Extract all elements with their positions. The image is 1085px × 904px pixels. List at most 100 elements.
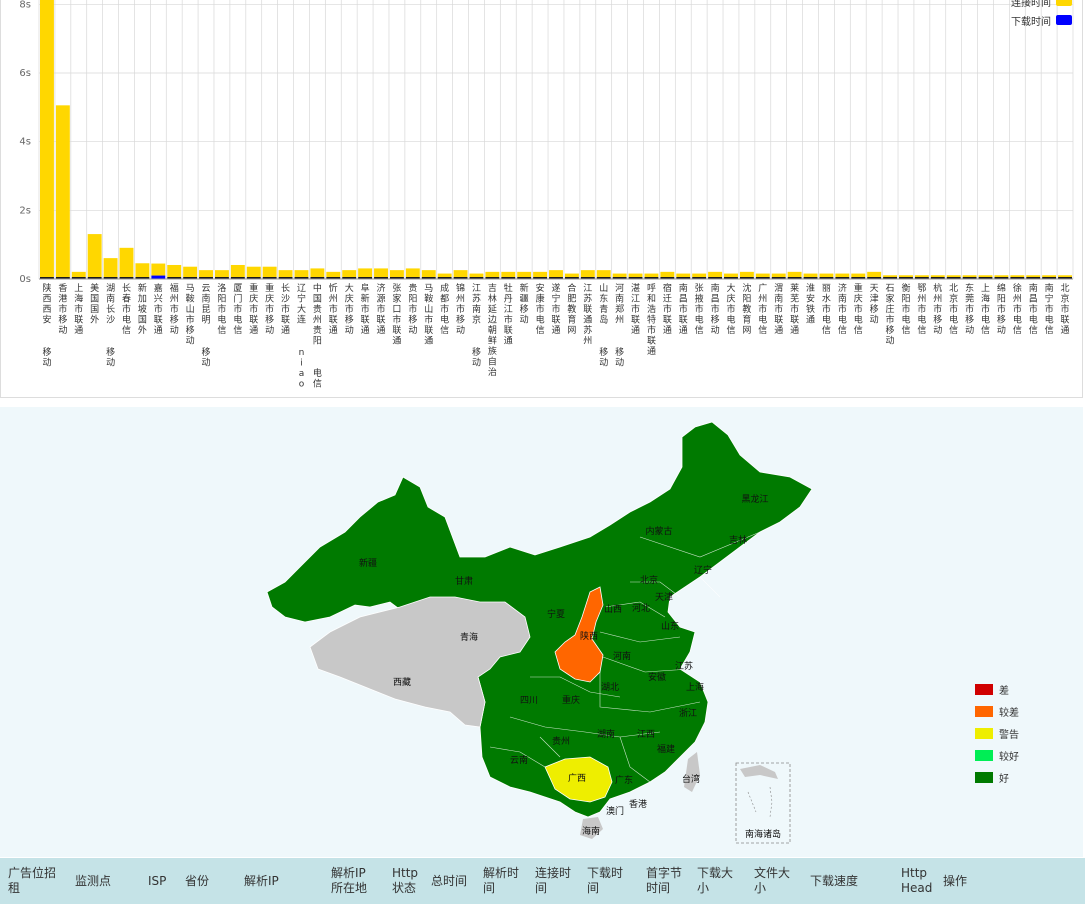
bar-connect-time: [819, 273, 834, 277]
column-header-label: 广告位招租: [8, 866, 57, 895]
x-tick-label: 丽水市电信: [822, 283, 831, 336]
province-label: 福建: [657, 743, 675, 755]
china-map-svg: 南海诸岛 黑龙江吉林辽宁 内蒙古北京天津河北山西山东 新疆甘肃宁夏陕西河南江苏上海 安…: [266, 421, 813, 844]
bar-connect-time: [342, 270, 357, 277]
x-tick-label: 马鞍山市联通: [424, 283, 433, 347]
column-header-label: ISP: [148, 873, 167, 888]
x-tick-label: 北京市电信: [949, 283, 958, 336]
bar-connect-time: [501, 271, 516, 277]
south-china-sea-inset: 南海诸岛: [735, 762, 791, 844]
x-tick-label: 厦门市电信: [233, 283, 242, 336]
legend-swatch: [1056, 0, 1072, 6]
bar-connect-time: [930, 275, 945, 277]
table-column-header[interactable]: 省份: [185, 858, 209, 904]
bar-connect-time: [358, 268, 373, 277]
table-column-header[interactable]: 下载时间: [587, 858, 623, 904]
table-column-header[interactable]: 文件大小: [754, 858, 790, 904]
province-label: 天津: [655, 592, 673, 603]
bar-connect-time: [549, 270, 563, 277]
table-column-header[interactable]: 监测点: [75, 858, 111, 904]
bar-connect-time: [389, 270, 404, 277]
results-table-header: 广告位招租 监测点 ISP 省份 解析IP 解析IP 所在地 Http 状态 总时间 解析时间连接时…: [0, 858, 1085, 904]
bar-connect-time: [946, 275, 961, 277]
bar-connect-time: [692, 273, 707, 277]
x-tick-label: 重庆市电信: [854, 282, 863, 336]
column-header-label: 下载时间: [587, 866, 624, 895]
province-label: 甘肃: [455, 575, 473, 587]
x-tick-label: 云南昆明 移动: [202, 284, 211, 369]
response-time-chart: 0s 2s 4s 6s 8s 陕西西安 移动 香港市移动 上海市联通 美国国外 湖南长沙 移动 长春…: [0, 0, 1083, 398]
map-legend-label: 较差: [999, 707, 1019, 719]
x-tick-label: 长沙市联通: [281, 282, 290, 336]
x-tick-label: 绵阳市移动: [997, 282, 1006, 336]
province-label: 青海: [460, 631, 478, 643]
x-tick-label: 辽宁大连 niao: [297, 283, 306, 390]
legend-label: 连接时间: [1011, 0, 1051, 9]
map-legend-swatch: [975, 771, 993, 783]
bar-connect-time: [437, 273, 452, 277]
map-legend-swatch: [975, 683, 993, 695]
bar-connect-time: [867, 271, 882, 277]
bar-connect-time: [326, 271, 341, 277]
bar-connect-time: [294, 270, 309, 277]
x-tick-labels: 陕西西安 移动香港市移动上海市联通美国国外湖南长沙 移动长春市电信新加坡国外嘉兴…: [42, 282, 1069, 390]
province-label: 吉林: [729, 534, 747, 546]
column-header-label: 下载速度: [810, 873, 859, 888]
bar-connect-time: [469, 273, 484, 277]
bar-connect-time: [660, 271, 675, 277]
province-label: 安徽: [648, 671, 666, 683]
province-label: 澳门: [606, 805, 624, 817]
map-legend-item[interactable]: 差: [975, 678, 1019, 700]
x-tick-label: 阜新市联通: [361, 282, 370, 336]
bar-connect-time: [803, 273, 818, 277]
x-tick-label: 天津移动: [870, 284, 879, 326]
province-label: 山西: [604, 604, 622, 615]
map-legend-item[interactable]: 较好: [975, 744, 1019, 766]
y-tick-label: 0s: [19, 274, 31, 285]
x-tick-label: 洛阳市电信: [217, 282, 226, 336]
x-tick-label: 重庆市移动: [265, 282, 274, 336]
map-legend-label: 好: [999, 773, 1009, 785]
x-tick-label: 徐州市电信: [1013, 282, 1022, 336]
map-legend-swatch: [975, 749, 993, 761]
table-column-header[interactable]: 解析IP 所在地: [331, 858, 367, 904]
table-column-header[interactable]: Http 状态: [392, 858, 418, 904]
legend-swatch: [1056, 15, 1072, 25]
x-tick-label: 嘉兴市联通: [154, 282, 163, 336]
x-tick-label: 南昌市移动: [711, 282, 720, 336]
bar-connect-time: [199, 270, 213, 277]
map-legend-item[interactable]: 警告: [975, 722, 1019, 744]
table-column-header[interactable]: 首字节 时间: [646, 858, 682, 904]
bar-connect-time: [214, 270, 229, 277]
x-tick-label: 杭州市移动: [933, 282, 942, 336]
x-tick-label: 河南郑州 移动: [615, 282, 624, 369]
table-column-header[interactable]: 操作: [943, 858, 967, 904]
x-tick-label: 淮安铁通: [806, 283, 815, 326]
table-column-header[interactable]: 总时间: [431, 858, 467, 904]
bar-connect-time: [119, 247, 134, 277]
province-label: 黑龙江: [741, 493, 768, 505]
province-label: 浙江: [679, 707, 697, 719]
table-column-header[interactable]: ISP: [148, 858, 166, 904]
table-column-header[interactable]: 广告位招租: [8, 858, 56, 904]
map-legend-label: 差: [999, 685, 1009, 697]
x-tick-label: 广州市电信: [758, 282, 767, 336]
map-legend-item[interactable]: 较差: [975, 700, 1019, 722]
table-column-header[interactable]: Http Head: [901, 858, 932, 904]
province-label: 江西: [637, 729, 655, 740]
x-tick-label: 渭南市联通: [774, 283, 783, 336]
y-tick-label: 2s: [19, 205, 31, 216]
bar-connect-time: [883, 275, 898, 277]
table-column-header[interactable]: 连接时间: [535, 858, 571, 904]
bar-connect-time: [676, 273, 691, 277]
table-column-header[interactable]: 下载速度: [810, 858, 858, 904]
x-tick-label: 锦州市移动: [456, 282, 465, 336]
map-legend-label: 较好: [999, 751, 1019, 763]
table-column-header[interactable]: 解析时间: [483, 858, 519, 904]
map-legend-item[interactable]: 好: [975, 766, 1019, 788]
x-tick-label: 新加坡国外: [138, 282, 147, 336]
table-column-header[interactable]: 下载大小: [697, 858, 733, 904]
table-column-header[interactable]: 解析IP: [244, 858, 279, 904]
province-label: 北京: [640, 574, 658, 586]
x-tick-label: 大庆市电信: [726, 282, 735, 336]
